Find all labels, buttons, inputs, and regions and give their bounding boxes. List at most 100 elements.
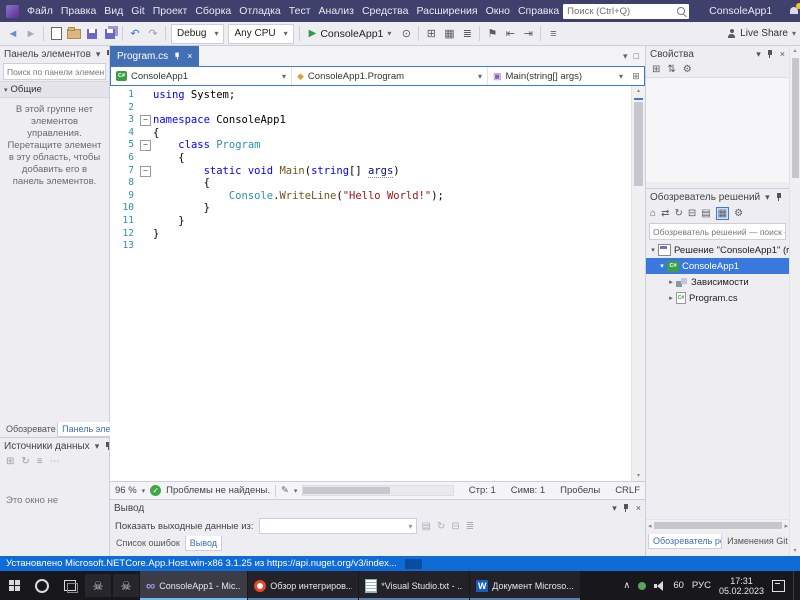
code-line[interactable]: 10 } [110, 202, 631, 215]
member-dropdown[interactable]: ▣ Main(string[] args) ▾ [488, 67, 628, 85]
menu-item[interactable]: Анализ [315, 0, 358, 22]
scroll-up-icon[interactable]: ▴ [637, 86, 640, 96]
code-line[interactable]: 5− class Program [110, 139, 631, 152]
menu-item[interactable]: Средства [358, 0, 413, 22]
close-tab-icon[interactable]: × [187, 51, 192, 61]
window-position-icon[interactable]: ▾ [95, 441, 100, 452]
menu-item[interactable]: Справка [514, 0, 563, 22]
type-dropdown[interactable]: ◆ ConsoleApp1.Program ▾ [292, 67, 488, 85]
code-line[interactable]: 8 { [110, 177, 631, 190]
document-tab-program-cs[interactable]: Program.cs × [110, 46, 200, 66]
project-dropdown[interactable]: C# ConsoleApp1 ▾ [111, 67, 292, 85]
attach-process-icon[interactable]: ⊙ [397, 24, 415, 44]
list-icon[interactable]: ≡ [37, 456, 43, 467]
spaces-indicator[interactable]: Пробелы [560, 485, 600, 496]
navigate-back-icon[interactable]: ◄ [4, 24, 22, 44]
collapse-region-icon[interactable]: − [140, 140, 151, 152]
scroll-left-icon[interactable]: ◂ [648, 522, 652, 530]
line-ending-indicator[interactable]: CRLF [615, 485, 640, 496]
menu-item[interactable]: Расширения [413, 0, 482, 22]
code-editor[interactable]: 1 using System; 2 3− namespace ConsoleApp1 4{… [110, 86, 631, 481]
code-line[interactable]: 12} [110, 228, 631, 241]
undo-icon[interactable]: ↶ [126, 24, 144, 44]
language-indicator[interactable]: РУС [692, 580, 711, 591]
refresh-icon[interactable]: ↻ [674, 208, 682, 219]
edit-mode-icon[interactable]: ✎ [281, 485, 289, 496]
tree-item[interactable]: ▾ Решение "ConsoleApp1" (проекты: 1 из 1) [646, 242, 789, 258]
menu-item[interactable]: Тест [285, 0, 315, 22]
menu-item[interactable]: Файл [23, 0, 57, 22]
tree-item[interactable]: ▾ C# ConsoleApp1 [646, 258, 789, 274]
expand-icon[interactable]: ▸ [666, 294, 676, 302]
code-line[interactable]: 6 { [110, 152, 631, 165]
scrollbar-thumb[interactable] [303, 487, 391, 494]
notifications-icon[interactable] [788, 3, 800, 17]
more-commands-icon[interactable]: ≡ [544, 24, 562, 44]
switch-views-icon[interactable]: ⇄ [661, 208, 669, 219]
action-center-icon[interactable] [772, 579, 785, 592]
panel-tab[interactable]: Список ошибок [112, 536, 184, 550]
active-files-dropdown-icon[interactable]: ▾ [623, 51, 628, 62]
show-whitespace-icon[interactable]: ▦ [440, 24, 458, 44]
scroll-down-icon[interactable]: ▾ [637, 471, 640, 481]
show-all-files-icon[interactable]: ▤ [701, 208, 710, 219]
scroll-right-icon[interactable]: ▸ [784, 522, 788, 530]
collapse-icon[interactable]: ⊟ [451, 521, 459, 532]
window-position-icon[interactable]: ▾ [765, 192, 770, 203]
taskbar-app-notepad[interactable]: *Visual Studio.txt - ... [359, 571, 470, 600]
window-position-icon[interactable]: ▾ [756, 49, 761, 60]
platform-dropdown[interactable]: Any CPU ▾ [228, 23, 294, 44]
menu-item[interactable]: Окно [482, 0, 514, 22]
split-editor-icon[interactable]: ⊞ [628, 67, 644, 85]
menu-item[interactable]: Отладка [235, 0, 285, 22]
panel-tab[interactable]: Панель эле... [57, 422, 112, 437]
scrollbar-thumb[interactable] [791, 58, 799, 178]
add-source-icon[interactable]: ⊞ [6, 456, 14, 467]
menu-item[interactable]: Git [127, 0, 148, 22]
outdent-icon[interactable]: ⇤ [501, 24, 519, 44]
pinned-app-icon[interactable]: ☠ [113, 574, 139, 597]
new-file-icon[interactable] [47, 24, 65, 44]
taskbar-search-button[interactable] [28, 571, 56, 600]
home-icon[interactable]: ⌂ [650, 208, 656, 219]
pin-icon[interactable] [105, 49, 109, 59]
line-options-icon[interactable]: ≣ [458, 24, 476, 44]
solution-explorer-horizontal-scrollbar[interactable]: ◂ ▸ [646, 519, 790, 531]
float-window-icon[interactable]: □ [634, 51, 639, 62]
window-position-icon[interactable]: ▾ [96, 49, 101, 60]
properties-icon[interactable]: ⚙ [734, 208, 743, 219]
code-line[interactable]: 3− namespace ConsoleApp1 [110, 114, 631, 127]
output-source-dropdown[interactable]: ▾ [258, 518, 417, 534]
navigate-forward-icon[interactable]: ► [22, 24, 40, 44]
close-icon[interactable]: × [780, 49, 785, 59]
clock[interactable]: 17:31 05.02.2023 [719, 576, 764, 596]
scrollbar-thumb[interactable] [634, 102, 643, 186]
panel-tab[interactable]: Обозреватель реше... [648, 534, 723, 549]
taskbar-app-word[interactable]: W Документ Microso... [470, 571, 580, 600]
open-file-icon[interactable] [65, 24, 83, 44]
right-panel-scrollbar[interactable]: ▴ ▾ [789, 46, 800, 556]
pin-icon[interactable] [104, 441, 109, 451]
taskbar-app-browser[interactable]: Обзор интегриров... [248, 571, 359, 600]
configuration-dropdown[interactable]: Debug ▾ [171, 23, 225, 44]
editor-vertical-scrollbar[interactable]: ▴ ▾ [631, 86, 645, 481]
indent-icon[interactable]: ⇥ [519, 24, 537, 44]
word-wrap-icon[interactable]: ≣ [466, 521, 474, 532]
tray-status-icon[interactable] [638, 581, 647, 590]
property-pages-icon[interactable]: ⚙ [683, 64, 692, 75]
sync-with-active-document-icon[interactable]: ▦ [715, 207, 730, 220]
health-status[interactable]: Проблемы не найдены. [166, 485, 270, 496]
collapse-all-icon[interactable]: ⊟ [688, 208, 696, 219]
pin-icon[interactable] [622, 503, 631, 513]
panel-tab[interactable]: Изменения Git — п... [723, 534, 792, 548]
expand-icon[interactable]: ▾ [657, 262, 667, 270]
editor-horizontal-scrollbar[interactable] [302, 485, 454, 496]
menu-item[interactable]: Вид [100, 0, 127, 22]
tree-item[interactable]: ▸ C# Program.cs [646, 290, 789, 306]
close-icon[interactable]: × [636, 503, 641, 513]
tray-expand-icon[interactable]: ∧ [623, 580, 630, 591]
bookmark-icon[interactable]: ⚑ [483, 24, 501, 44]
menu-item[interactable]: Проект [149, 0, 192, 22]
task-view-button[interactable] [56, 571, 84, 600]
code-line[interactable]: 2 [110, 102, 631, 115]
